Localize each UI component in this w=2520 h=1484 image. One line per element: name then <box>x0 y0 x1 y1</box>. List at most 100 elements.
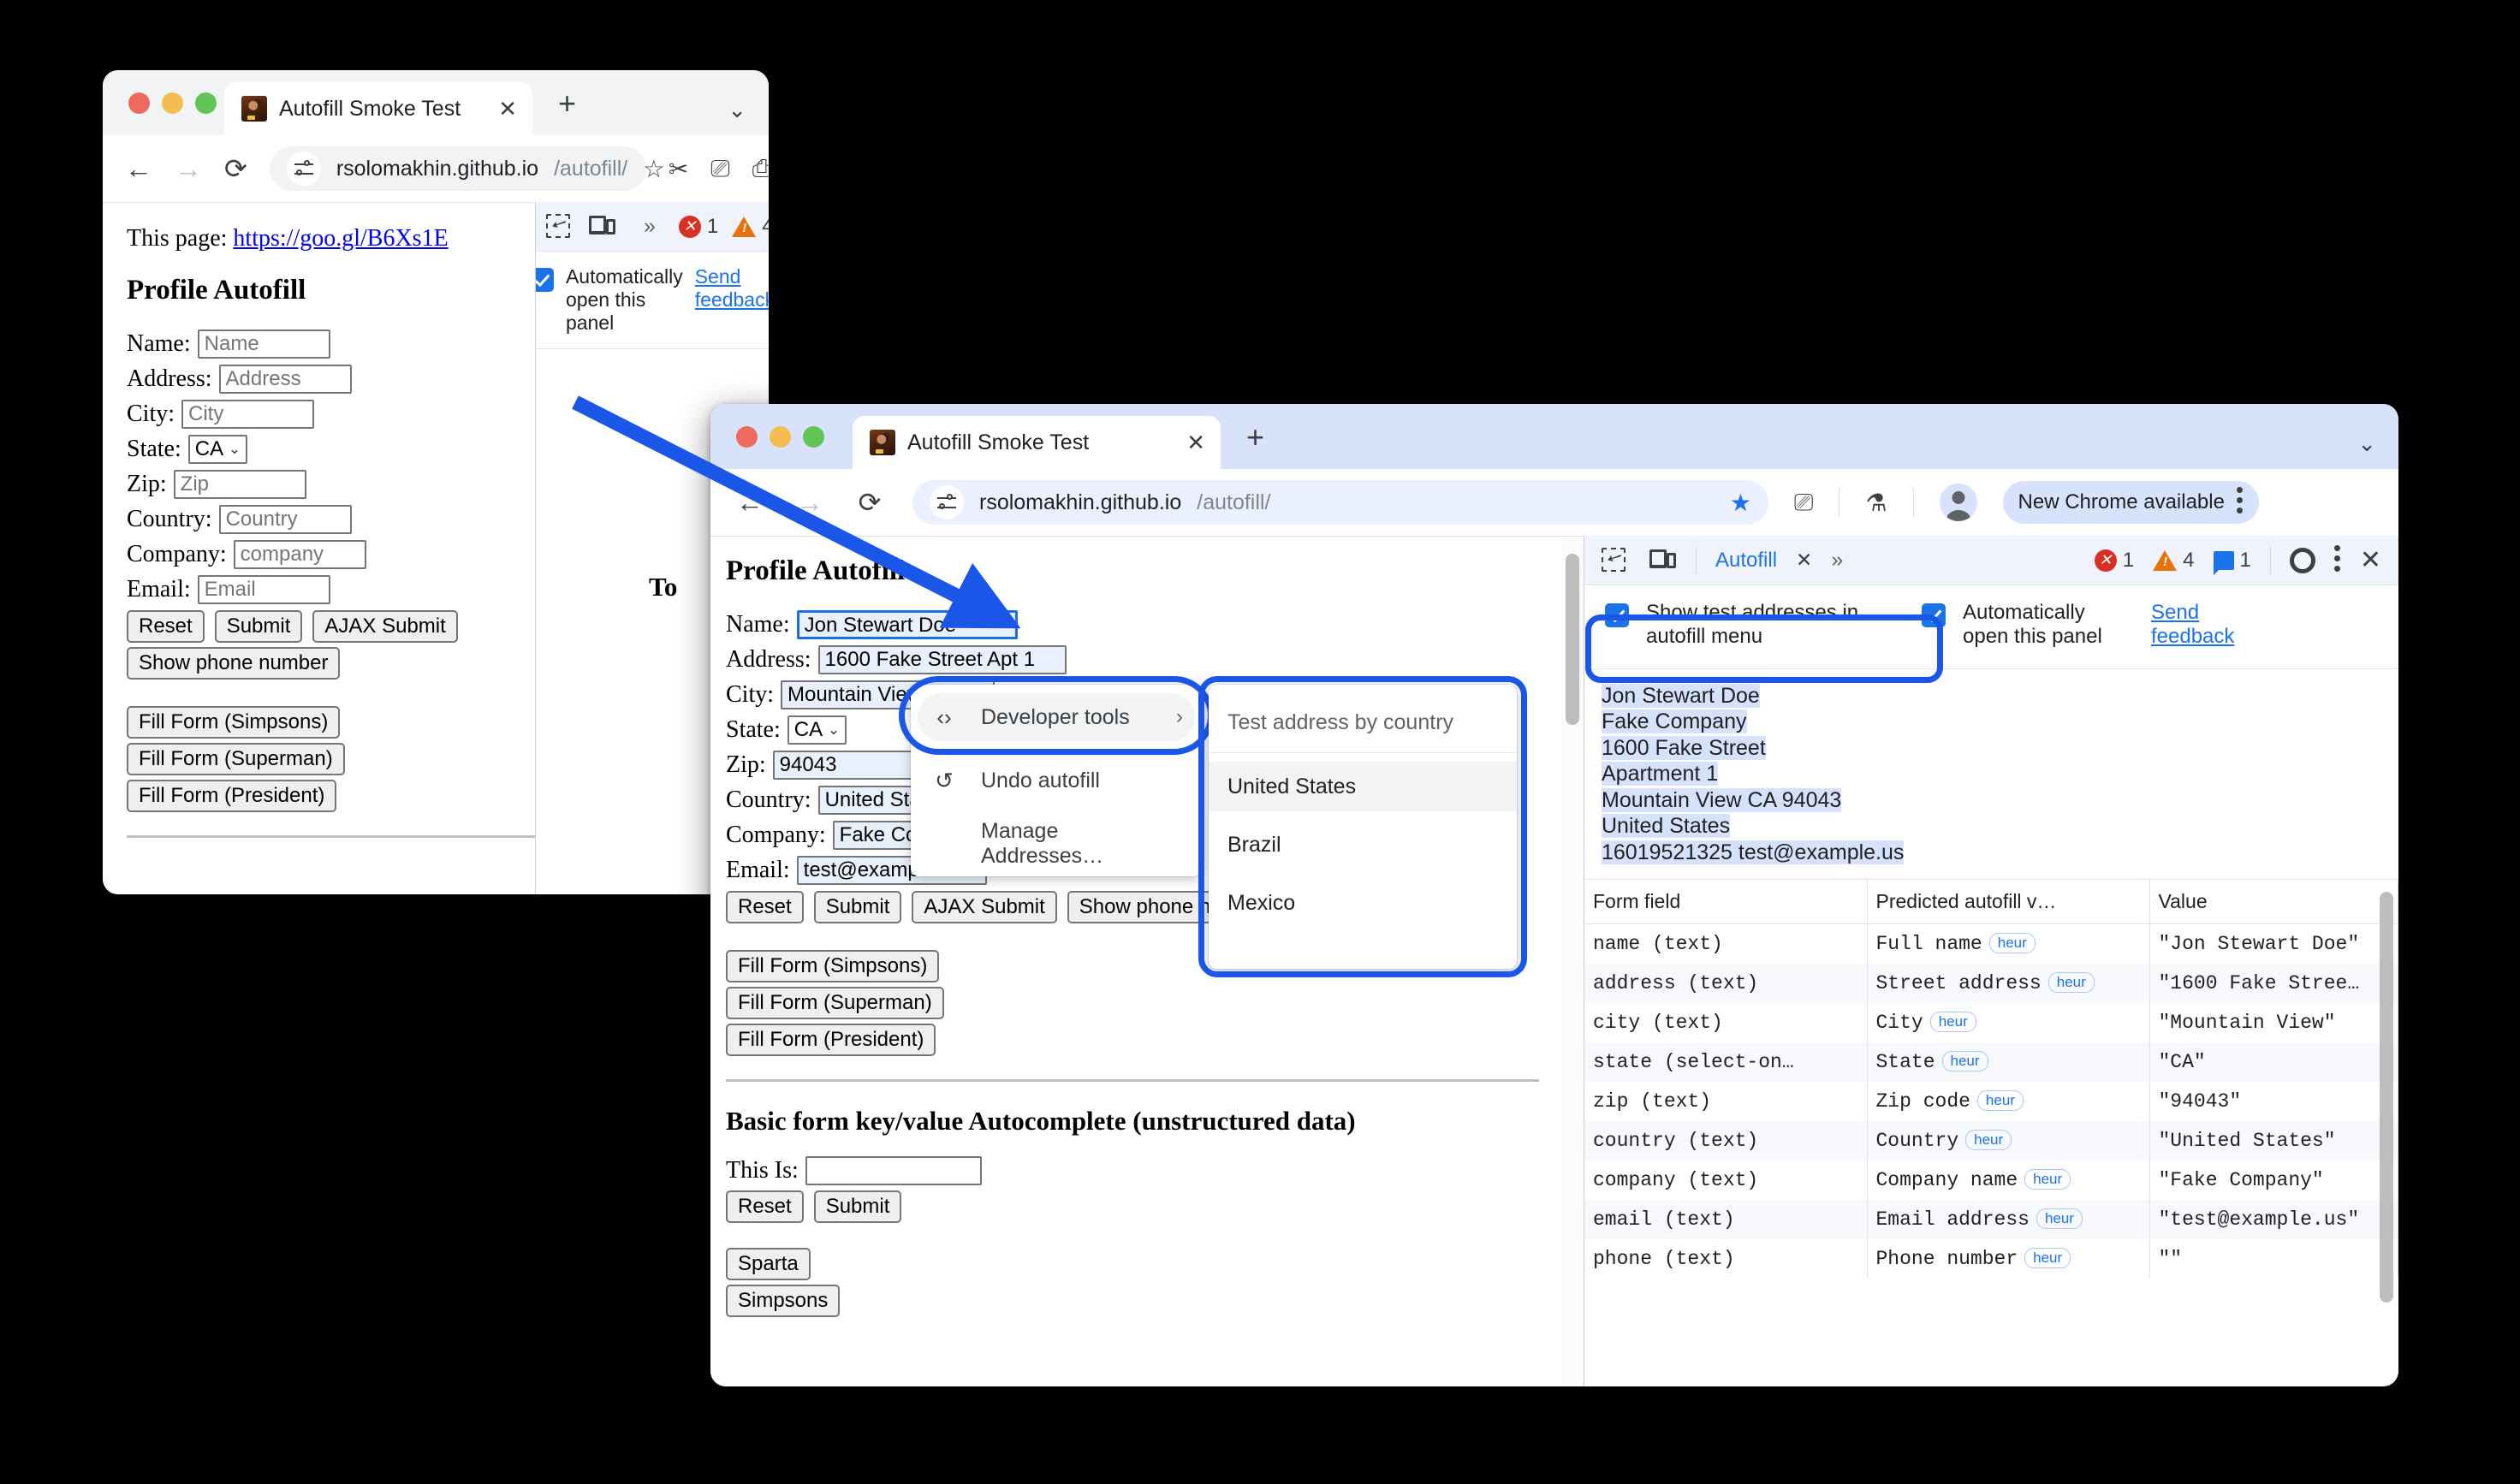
field-input[interactable]: Name <box>197 329 330 359</box>
warning-badge[interactable]: 4 <box>2153 549 2195 573</box>
submenu-item-united-states[interactable]: United States <box>1209 762 1517 811</box>
field-input[interactable]: Email <box>197 575 330 604</box>
minimize-window-button[interactable] <box>162 92 183 114</box>
table-row[interactable]: email (text) Email address heur "test@examp… <box>1584 1200 2398 1240</box>
close-window-button[interactable] <box>128 92 150 114</box>
close-tab-button[interactable]: ✕ <box>479 96 517 122</box>
device-toolbar-icon[interactable] <box>1649 549 1677 572</box>
site-settings-icon[interactable] <box>286 151 321 186</box>
table-row[interactable]: zip (text) Zip code heur "94043" <box>1584 1082 2398 1122</box>
page-scrollbar[interactable] <box>1566 554 1579 725</box>
more-panels-icon[interactable]: » <box>644 214 656 239</box>
field-input[interactable]: Jon Stewart Doe <box>796 610 1018 639</box>
browser-tab[interactable]: Autofill Smoke Test ✕ <box>853 416 1221 469</box>
tab-autofill[interactable]: Autofill <box>1715 549 1777 573</box>
forward-button[interactable]: → <box>175 153 202 185</box>
test-address-by-country-submenu[interactable]: Test address by country United States Br… <box>1209 685 1517 969</box>
section2-reset-button[interactable]: Reset <box>726 1190 804 1223</box>
window-controls[interactable] <box>736 426 824 448</box>
state-select[interactable]: CA ⌄ <box>187 435 248 464</box>
fill-form-simpsons-button[interactable]: Fill Form (Simpsons) <box>127 706 341 739</box>
col-form-field[interactable]: Form field <box>1584 880 1868 925</box>
more-panels-icon[interactable]: » <box>1831 548 1843 573</box>
device-toolbar-icon[interactable] <box>589 215 616 238</box>
reload-button[interactable]: ⟳ <box>853 486 887 519</box>
table-row[interactable]: state (select-on… State heur "CA" <box>1584 1042 2398 1083</box>
auto-open-checkbox[interactable] <box>1922 603 1946 627</box>
table-row[interactable]: city (text) City heur "Mountain View" <box>1584 1003 2398 1043</box>
update-chip[interactable]: New Chrome available <box>2002 481 2259 524</box>
submenu-item-brazil[interactable]: Brazil <box>1209 820 1517 870</box>
fill-form-president-button[interactable]: Fill Form (President) <box>726 1024 936 1056</box>
ajax-submit-button[interactable]: AJAX Submit <box>912 891 1057 923</box>
fill-form-superman-button[interactable]: Fill Form (Superman) <box>726 987 944 1019</box>
this-is-input[interactable] <box>805 1156 982 1185</box>
browser-tab[interactable]: Autofill Smoke Test ✕ <box>224 82 532 135</box>
error-badge[interactable]: ✕ 1 <box>678 215 718 239</box>
address-bar[interactable]: rsolomakhin.github.io/autofill/ ★ <box>912 480 1768 525</box>
table-row[interactable]: name (text) Full name heur "Jon Stewart Doe… <box>1584 923 2398 965</box>
close-tab-button[interactable]: ✕ <box>1168 430 1205 456</box>
autofill-context-menu[interactable]: ‹› Developer tools › ↺ Undo autofill Man… <box>911 685 1202 876</box>
show-test-addresses-checkbox[interactable] <box>1605 603 1629 627</box>
inspect-element-icon[interactable] <box>546 213 575 240</box>
submit-button[interactable]: Submit <box>214 610 303 643</box>
chevron-down-icon[interactable]: ⌄ <box>728 97 746 123</box>
error-badge[interactable]: ✕ 1 <box>2094 549 2134 573</box>
send-feedback-link[interactable]: Send feedback <box>695 265 769 312</box>
side-panel-icon[interactable]: ⎙ <box>752 155 769 183</box>
back-button[interactable]: ← <box>125 153 152 185</box>
simpsons-button[interactable]: Simpsons <box>726 1285 841 1317</box>
send-feedback-link[interactable]: Send feedback <box>2151 601 2262 650</box>
auto-open-checkbox[interactable] <box>536 268 554 292</box>
avatar[interactable] <box>1939 484 1977 521</box>
table-row[interactable]: address (text) Street address heur "1600 Fa… <box>1584 964 2398 1004</box>
maximize-window-button[interactable] <box>803 426 824 448</box>
table-row[interactable]: phone (text) Phone number heur "" <box>1584 1239 2398 1279</box>
field-input[interactable]: Address <box>218 365 352 394</box>
chevron-down-icon[interactable]: ⌄ <box>2357 430 2376 457</box>
window-controls[interactable] <box>128 92 217 114</box>
extensions-icon[interactable]: ⎚ <box>710 155 729 183</box>
col-value[interactable]: Value <box>2149 880 2398 925</box>
this-page-link[interactable]: https://goo.gl/B6Xs1E <box>233 225 448 252</box>
menu-item-developer-tools[interactable]: ‹› Developer tools › <box>918 693 1195 741</box>
experiments-flask-icon[interactable]: ⚗ <box>1865 489 1887 517</box>
minimize-window-button[interactable] <box>770 426 791 448</box>
bookmark-star-icon[interactable]: ☆ <box>643 155 664 183</box>
back-button[interactable]: ← <box>733 487 767 519</box>
fill-form-superman-button[interactable]: Fill Form (Superman) <box>127 743 345 775</box>
cut-icon[interactable]: ✂ <box>669 155 688 183</box>
devtools-menu-icon[interactable] <box>2333 544 2341 576</box>
info-badge[interactable]: 1 <box>2213 549 2251 575</box>
submenu-item-mexico[interactable]: Mexico <box>1209 878 1517 928</box>
menu-item-manage-addresses[interactable]: Manage Addresses… <box>911 819 1202 868</box>
reset-button[interactable]: Reset <box>726 891 804 923</box>
field-input[interactable]: City <box>181 400 315 429</box>
foreground-browser-window[interactable]: Autofill Smoke Test ✕ + ⌄ ← → ⟳ rsolomak… <box>710 404 2398 1386</box>
field-input[interactable]: 1600 Fake Street Apt 1 <box>817 645 1067 674</box>
extensions-icon[interactable]: ⎚ <box>1794 489 1813 517</box>
field-input[interactable]: Zip <box>173 470 306 499</box>
state-select[interactable]: CA ⌄ <box>787 715 847 745</box>
inspect-element-icon[interactable] <box>1602 547 1631 573</box>
field-input[interactable]: company <box>233 540 366 569</box>
sparta-button[interactable]: Sparta <box>726 1248 811 1280</box>
site-settings-icon[interactable] <box>930 485 964 519</box>
fill-form-simpsons-button[interactable]: Fill Form (Simpsons) <box>726 950 940 982</box>
new-tab-button[interactable]: + <box>558 86 576 122</box>
chrome-menu-icon[interactable] <box>2236 487 2244 518</box>
gear-icon[interactable] <box>2289 547 2315 573</box>
warning-badge[interactable]: 4 <box>732 215 769 239</box>
new-tab-button[interactable]: + <box>1246 419 1264 455</box>
devtools-table-scrollbar[interactable] <box>2380 892 2393 1303</box>
forward-button[interactable]: → <box>793 487 827 519</box>
bookmark-star-icon[interactable]: ★ <box>1730 489 1751 517</box>
close-window-button[interactable] <box>736 426 758 448</box>
background-browser-window[interactable]: Autofill Smoke Test ✕ + ⌄ ← → ⟳ rsolomak… <box>103 70 769 894</box>
fill-form-president-button[interactable]: Fill Form (President) <box>127 780 337 812</box>
section2-submit-button[interactable]: Submit <box>813 1190 902 1223</box>
show-phone-number-button[interactable]: Show phone number <box>127 647 341 680</box>
table-row[interactable]: company (text) Company name heur "Fake Comp… <box>1584 1160 2398 1201</box>
field-input[interactable]: Country <box>218 505 352 534</box>
